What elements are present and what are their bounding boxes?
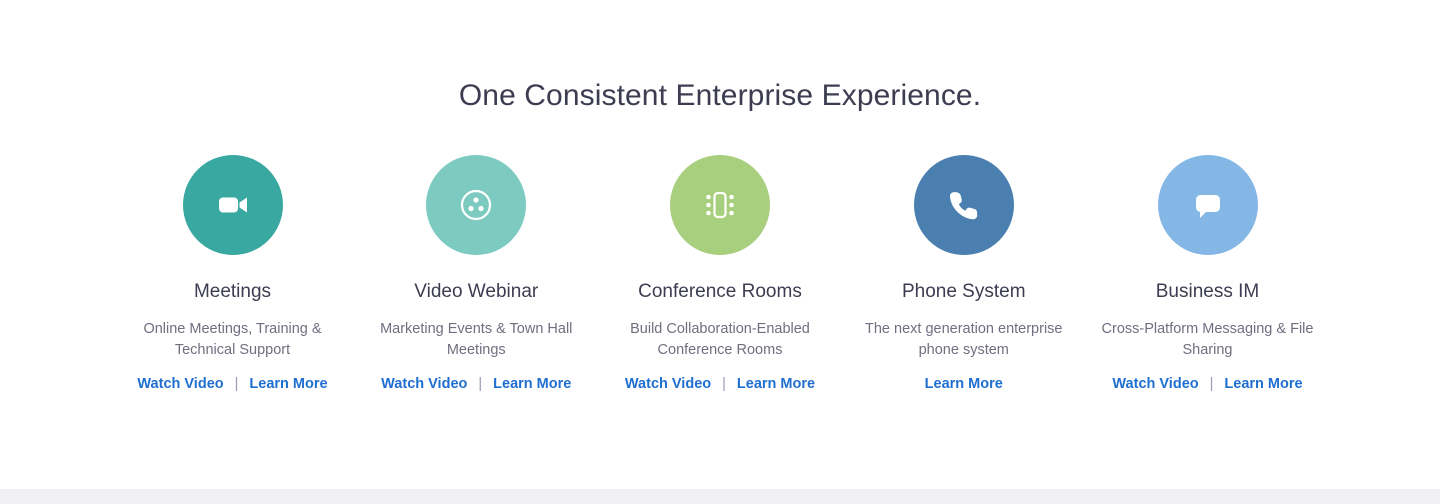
feature-description: Cross-Platform Messaging & File Sharing [1101,321,1314,358]
page-title: One Consistent Enterprise Experience. [458,78,982,112]
conference-room-icon [697,182,743,228]
feature-icon-circle-conference-rooms [670,155,770,255]
feature-links: Watch Video | Learn More [1112,374,1302,394]
feature-card-phone-system: Phone System The next generation enterpr… [842,155,1085,394]
learn-more-link[interactable]: Learn More [737,374,815,394]
feature-links: Watch Video | Learn More [625,374,815,394]
video-camera-icon [210,182,256,228]
feature-title: Video Webinar [414,281,539,302]
feature-card-video-webinar: Video Webinar Marketing Events & Town Ha… [355,155,598,394]
enterprise-features-section: One Consistent Enterprise Experience. Me… [0,0,1440,504]
learn-more-link[interactable]: Learn More [925,374,1003,394]
phone-handset-icon [941,182,987,228]
feature-title: Phone System [901,281,1026,302]
learn-more-link[interactable]: Learn More [249,374,327,394]
feature-title: Conference Rooms [638,281,802,302]
feature-description: Marketing Events & Town Hall Meetings [380,321,573,358]
feature-description: Build Collaboration-Enabled Conference R… [630,321,810,358]
feature-title: Business IM [1155,281,1260,302]
feature-links: Watch Video | Learn More [137,374,327,394]
bottom-divider-band [0,489,1440,504]
feature-description: Online Meetings, Training & Technical Su… [143,321,322,358]
watch-video-link[interactable]: Watch Video [625,374,711,394]
feature-links: Watch Video | Learn More [381,374,571,394]
feature-icon-circle-business-im [1157,155,1258,255]
feature-card-meetings: Meetings Online Meetings, Training & Tec… [111,155,354,394]
feature-icon-circle-phone-system [913,155,1014,255]
link-separator: | [722,376,726,392]
learn-more-link[interactable]: Learn More [1224,374,1302,394]
watch-video-link[interactable]: Watch Video [381,374,467,394]
chat-bubble-icon [1185,182,1231,228]
feature-icon-circle-meetings [182,155,283,255]
feature-cards-row: Meetings Online Meetings, Training & Tec… [111,155,1329,394]
link-separator: | [478,376,483,392]
link-separator: | [234,376,239,392]
feature-card-business-im: Business IM Cross-Platform Messaging & F… [1086,155,1329,394]
feature-title: Meetings [193,281,272,302]
link-separator: | [1209,376,1214,392]
learn-more-link[interactable]: Learn More [493,374,571,394]
watch-video-link[interactable]: Watch Video [137,374,223,394]
feature-description: The next generation enterprise phone sys… [865,321,1063,358]
feature-links: Learn More [925,374,1003,394]
webinar-broadcast-icon [453,182,499,228]
feature-card-conference-rooms: Conference Rooms Build Collaboration-Ena… [599,155,842,394]
watch-video-link[interactable]: Watch Video [1112,374,1198,394]
feature-icon-circle-video-webinar [426,155,527,255]
